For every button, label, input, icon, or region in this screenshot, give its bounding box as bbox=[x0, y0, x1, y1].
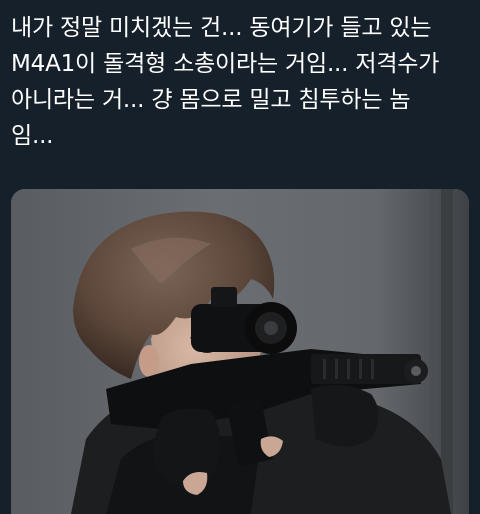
tweet-text-line: 내가 정말 미치겠는 건... 동여기가 들고 있는 bbox=[11, 15, 432, 41]
tweet-text: 내가 정말 미치겠는 건... 동여기가 들고 있는 M4A1이 돌격형 소총이… bbox=[11, 10, 473, 154]
tweet-media-photo[interactable] bbox=[11, 189, 469, 514]
tweet-text-line: M4A1이 돌격형 소총이라는 거임... 저격수가 bbox=[11, 51, 440, 77]
person-aiming-rifle-photo bbox=[11, 189, 469, 514]
tweet-text-line: 임... bbox=[11, 123, 54, 149]
tweet-text-line: 아니라는 거... 걍 몸으로 밀고 침투하는 놈 bbox=[11, 87, 411, 113]
tweet-view: 내가 정말 미치겠는 건... 동여기가 들고 있는 M4A1이 돌격형 소총이… bbox=[0, 0, 480, 514]
